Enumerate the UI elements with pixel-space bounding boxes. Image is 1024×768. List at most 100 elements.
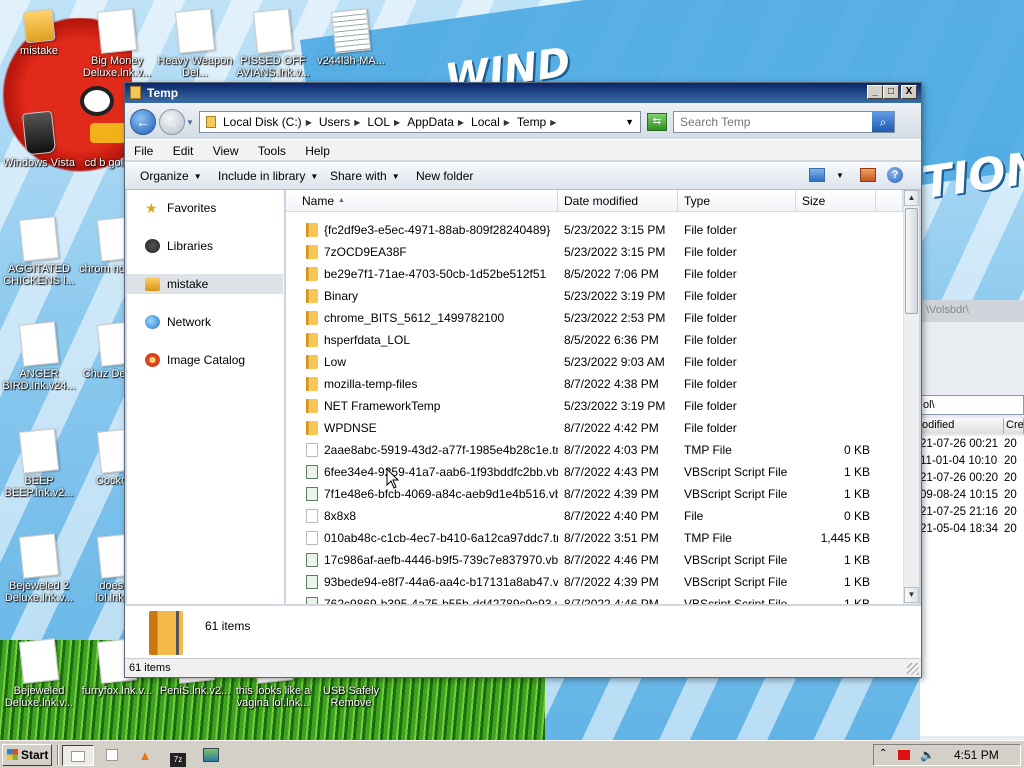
table-row[interactable]: WPDNSE 8/7/2022 4:42 PM File folder (286, 417, 903, 439)
chevron-right-icon[interactable]: ▶ (305, 118, 316, 127)
chevron-right-icon[interactable]: ▶ (549, 118, 560, 127)
vertical-scrollbar[interactable]: ▲ ▼ (903, 190, 919, 604)
show-hidden-icons-icon[interactable]: ⌃ (879, 748, 887, 759)
breadcrumb-local[interactable]: Local (468, 115, 503, 129)
security-alert-icon[interactable] (898, 750, 910, 760)
table-row[interactable]: 762c9869-b395-4a75-b55b-dd42789c9c93.vbs… (286, 593, 903, 604)
column-modified[interactable]: odified (920, 418, 1004, 434)
nav-item-libraries[interactable]: Libraries (127, 236, 283, 256)
table-row[interactable]: chrome_BITS_5612_1499782100 5/23/2022 2:5… (286, 307, 903, 329)
table-row[interactable]: 7zOCD9EA38F 5/23/2022 3:15 PM File folder (286, 241, 903, 263)
close-button[interactable]: X (901, 85, 917, 99)
address-bar[interactable]: Local Disk (C:) ▶ Users ▶ LOL ▶ AppData ▶ Lo… (199, 111, 641, 133)
refresh-button[interactable]: ⇆ (647, 113, 667, 131)
menu-tools[interactable]: Tools (249, 140, 293, 158)
maximize-button[interactable]: □ (883, 85, 899, 99)
volume-icon[interactable]: 🔈 (920, 748, 935, 762)
table-row[interactable]: Binary 5/23/2022 3:19 PM File folder (286, 285, 903, 307)
column-size[interactable]: Size (796, 190, 876, 212)
file-name-cell[interactable]: 010ab48c-c1cb-4ec7-b410-6a12ca97ddc7.tmp (286, 531, 558, 545)
chevron-right-icon[interactable]: ▶ (457, 118, 468, 127)
start-button[interactable]: Start (2, 744, 52, 766)
file-name-cell[interactable]: hsperfdata_LOL (286, 333, 558, 347)
chevron-right-icon[interactable]: ▶ (503, 118, 514, 127)
recent-pages-dropdown-icon[interactable]: ▼ (186, 118, 194, 127)
title-bar[interactable]: Temp _ □ X (125, 83, 921, 103)
nav-item-network[interactable]: Network (127, 312, 283, 332)
file-name-cell[interactable]: 93bede94-e8f7-44a6-aa4c-b17131a8ab47.vbs (286, 575, 558, 589)
table-row[interactable]: NET FrameworkTemp 5/23/2022 3:19 PM File f… (286, 395, 903, 417)
resize-grip[interactable] (907, 663, 919, 675)
table-row[interactable]: 93bede94-e8f7-44a6-aa4c-b17131a8ab47.vbs… (286, 571, 903, 593)
quicklaunch-control-panel[interactable] (198, 745, 224, 766)
file-name-cell[interactable]: 7zOCD9EA38F (286, 245, 558, 259)
list-item[interactable]: 21-07-26 00:21 20 (920, 436, 1024, 453)
nav-item-favorites[interactable]: ★ Favorites (127, 198, 283, 218)
desktop-icon-bejeweled-deluxe[interactable]: Bejeweled Deluxe.lnk.v... (0, 638, 78, 709)
table-row[interactable]: Low 5/23/2022 9:03 AM File folder (286, 351, 903, 373)
search-icon[interactable]: ⌕ (872, 112, 894, 132)
desktop-icon-pissed-off-avians[interactable]: PISSED OFF AVIANS.lnk.v... (234, 8, 312, 79)
list-item[interactable]: 21-07-25 21:16 20 (920, 504, 1024, 521)
file-name-cell[interactable]: Low (286, 355, 558, 369)
file-name-cell[interactable]: 17c986af-aefb-4446-b9f5-739c7e837970.vbs (286, 553, 558, 567)
change-view-icon[interactable] (809, 168, 825, 182)
nav-item-image-catalog[interactable]: Image Catalog (127, 350, 283, 370)
back-button[interactable]: ← (130, 109, 156, 135)
file-name-cell[interactable]: WPDNSE (286, 421, 558, 435)
file-name-cell[interactable]: 7f1e48e6-bfcb-4069-a84c-aeb9d1e4b516.vbs (286, 487, 558, 501)
organize-button[interactable]: Organize ▼ (140, 169, 202, 183)
new-folder-button[interactable]: New folder (416, 169, 473, 183)
breadcrumb-users[interactable]: Users (316, 115, 353, 129)
desktop-icon-aggitated-chickens[interactable]: AGGITATED CHICKENS l... (0, 216, 78, 287)
help-icon[interactable]: ? (887, 167, 903, 183)
explorer-window[interactable]: Temp _ □ X ← → ▼ Local Disk (C:) ▶ Users ▶… (124, 82, 922, 678)
table-row[interactable]: hsperfdata_LOL 8/5/2022 6:36 PM File folde… (286, 329, 903, 351)
background-address-bar[interactable]: ol\ (920, 395, 1024, 415)
desktop-icon-anger-bird[interactable]: ANGER BIRD.lnk.v24... (0, 321, 78, 392)
menu-help[interactable]: Help (296, 140, 337, 158)
desktop-icon-beep-beep[interactable]: BEEP BEEP.lnk.v2... (0, 428, 78, 499)
menu-view[interactable]: View (204, 140, 246, 158)
list-item[interactable]: 21-07-26 00:20 20 (920, 470, 1024, 487)
desktop-icon-big-money[interactable]: Big Money Deluxe.lnk.v... (78, 8, 156, 79)
table-row[interactable]: 7f1e48e6-bfcb-4069-a84c-aeb9d1e4b516.vbs… (286, 483, 903, 505)
search-box[interactable]: ⌕ (673, 111, 895, 133)
address-history-dropdown-icon[interactable]: ▼ (625, 117, 634, 127)
table-row[interactable]: be29e7f1-71ae-4703-50cb-1d52be512f51 8/5/… (286, 263, 903, 285)
minimize-button[interactable]: _ (867, 85, 883, 99)
column-name[interactable]: Name ▲ (286, 190, 558, 212)
column-created[interactable]: Cre (1004, 418, 1024, 434)
file-name-cell[interactable]: be29e7f1-71ae-4703-50cb-1d52be512f51 (286, 267, 558, 281)
nav-item-mistake[interactable]: mistake (127, 274, 283, 294)
view-options-dropdown-icon[interactable]: ▼ (836, 171, 844, 180)
scroll-up-button[interactable]: ▲ (904, 190, 919, 206)
quicklaunch-file[interactable] (99, 745, 125, 766)
file-name-cell[interactable]: {fc2df9e3-e5ec-4971-88ab-809f28240489} (286, 223, 558, 237)
table-row[interactable]: 17c986af-aefb-4446-b9f5-739c7e837970.vbs… (286, 549, 903, 571)
list-item[interactable]: 21-05-04 18:34 20 (920, 521, 1024, 538)
background-window[interactable]: \Volsbdr\ ol\ odified Cre 21-07-26 00:21… (920, 300, 1024, 740)
taskbar-explorer-button[interactable] (62, 745, 94, 766)
column-type[interactable]: Type (678, 190, 796, 212)
table-row[interactable]: 2aae8abc-5919-43d2-a77f-1985e4b28c1e.tmp… (286, 439, 903, 461)
table-row[interactable]: 6fee34e4-9259-41a7-aab6-1f93bddfc2bb.vbs… (286, 461, 903, 483)
breadcrumb-lol[interactable]: LOL (364, 115, 393, 129)
search-input[interactable] (674, 112, 870, 132)
table-row[interactable]: 8x8x8 8/7/2022 4:40 PM File 0 KB (286, 505, 903, 527)
file-name-cell[interactable]: NET FrameworkTemp (286, 399, 558, 413)
breadcrumb-local-disk[interactable]: Local Disk (C:) (220, 115, 305, 129)
table-row[interactable]: mozilla-temp-files 8/7/2022 4:38 PM File f… (286, 373, 903, 395)
scrollbar-thumb[interactable] (905, 208, 918, 314)
quicklaunch-7zip[interactable]: 7z (165, 745, 191, 767)
forward-button[interactable]: → (159, 109, 185, 135)
desktop-icon-windows-vista[interactable]: Windows Vista (0, 110, 78, 169)
breadcrumb-temp[interactable]: Temp (514, 115, 549, 129)
breadcrumb-appdata[interactable]: AppData (404, 115, 457, 129)
desktop-icon-mistake[interactable]: mistake (0, 8, 78, 57)
chevron-right-icon[interactable]: ▶ (393, 118, 404, 127)
file-name-cell[interactable]: mozilla-temp-files (286, 377, 558, 391)
desktop-icon-v244l3h[interactable]: v244l3h-MA... (312, 8, 390, 67)
desktop-icon-bejeweled-2[interactable]: Bejeweled 2 Deluxe.lnk.v... (0, 533, 78, 604)
desktop-icon-heavy-weapon[interactable]: Heavy Weapon Del... (156, 8, 234, 79)
